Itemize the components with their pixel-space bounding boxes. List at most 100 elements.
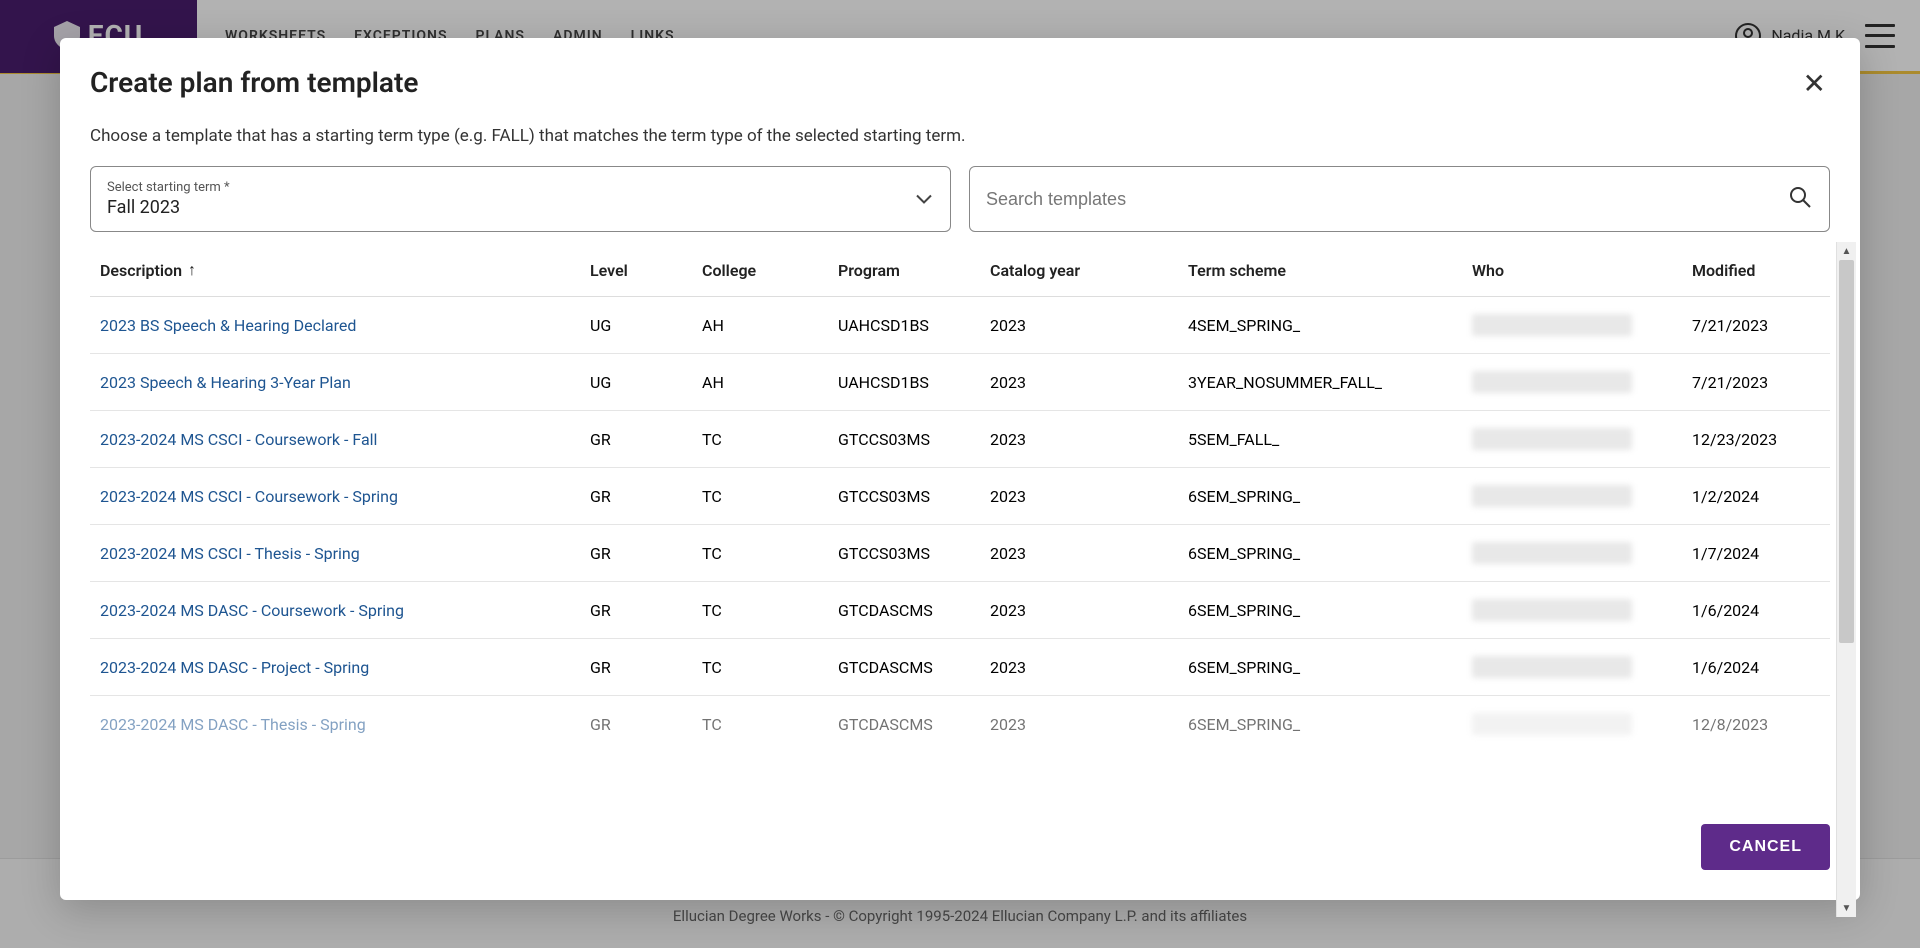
cell-college: TC — [702, 430, 838, 449]
cell-level: GR — [590, 601, 702, 620]
template-link[interactable]: 2023-2024 MS CSCI - Coursework - Fall — [100, 430, 377, 449]
col-header-term-scheme[interactable]: Term scheme — [1188, 260, 1472, 280]
cell-college: TC — [702, 487, 838, 506]
starting-term-value: Fall 2023 — [107, 197, 934, 218]
col-header-program[interactable]: Program — [838, 260, 990, 280]
modal-title: Create plan from template — [90, 66, 418, 99]
cell-modified: 7/21/2023 — [1692, 316, 1820, 335]
cell-who — [1472, 713, 1692, 735]
cell-term-scheme: 3YEAR_NOSUMMER_FALL_ — [1188, 373, 1472, 392]
cell-program: GTCDASCMS — [838, 715, 990, 734]
chevron-down-icon — [916, 190, 932, 209]
cell-modified: 1/7/2024 — [1692, 544, 1820, 563]
cell-catalog: 2023 — [990, 487, 1188, 506]
close-icon[interactable]: ✕ — [1799, 66, 1830, 102]
cell-catalog: 2023 — [990, 430, 1188, 449]
scroll-thumb[interactable] — [1839, 260, 1854, 643]
cell-college: TC — [702, 715, 838, 734]
cell-college: TC — [702, 601, 838, 620]
cell-program: GTCCS03MS — [838, 487, 990, 506]
scroll-track[interactable] — [1837, 260, 1856, 899]
col-header-description[interactable]: Description ↑ — [100, 260, 590, 280]
cell-term-scheme: 6SEM_SPRING_ — [1188, 715, 1472, 734]
col-header-level[interactable]: Level — [590, 260, 702, 280]
template-link[interactable]: 2023 Speech & Hearing 3-Year Plan — [100, 373, 351, 392]
table-row: 2023-2024 MS CSCI - Coursework - Spring G… — [90, 468, 1830, 525]
table-body: 2023 BS Speech & Hearing DeclaredUGAHUAH… — [90, 297, 1830, 752]
cell-modified: 1/2/2024 — [1692, 487, 1820, 506]
cell-program: GTCDASCMS — [838, 658, 990, 677]
cell-college: AH — [702, 316, 838, 335]
template-link[interactable]: 2023-2024 MS CSCI - Thesis - Spring — [100, 544, 360, 563]
table-row: 2023 BS Speech & Hearing Declared UGAHUAH… — [90, 297, 1830, 354]
cell-program: GTCCS03MS — [838, 430, 990, 449]
cell-level: UG — [590, 373, 702, 392]
cell-term-scheme: 6SEM_SPRING_ — [1188, 601, 1472, 620]
cell-term-scheme: 6SEM_SPRING_ — [1188, 658, 1472, 677]
cell-level: GR — [590, 430, 702, 449]
cell-who — [1472, 314, 1692, 336]
cancel-button[interactable]: CANCEL — [1701, 824, 1830, 870]
cell-who — [1472, 428, 1692, 450]
cell-who — [1472, 542, 1692, 564]
templates-table: Description ↑ Level College Program Cata… — [90, 260, 1830, 752]
search-templates-field[interactable] — [969, 166, 1830, 232]
cell-catalog: 2023 — [990, 316, 1188, 335]
cell-modified: 12/23/2023 — [1692, 430, 1820, 449]
cell-level: GR — [590, 544, 702, 563]
table-row: 2023 Speech & Hearing 3-Year Plan UGAHUAH… — [90, 354, 1830, 411]
cell-college: AH — [702, 373, 838, 392]
cell-level: UG — [590, 316, 702, 335]
cell-program: UAHCSD1BS — [838, 316, 990, 335]
template-link[interactable]: 2023-2024 MS DASC - Thesis - Spring — [100, 715, 366, 734]
starting-term-select[interactable]: Select starting term * Fall 2023 — [90, 166, 951, 232]
cell-college: TC — [702, 544, 838, 563]
cell-catalog: 2023 — [990, 658, 1188, 677]
cell-college: TC — [702, 658, 838, 677]
col-header-catalog-year[interactable]: Catalog year — [990, 260, 1188, 280]
table-header: Description ↑ Level College Program Cata… — [90, 260, 1830, 297]
sort-ascending-icon: ↑ — [188, 260, 196, 280]
col-header-modified[interactable]: Modified — [1692, 260, 1820, 280]
cell-who — [1472, 371, 1692, 393]
scroll-down-icon[interactable]: ▼ — [1837, 899, 1856, 917]
cell-modified: 1/6/2024 — [1692, 601, 1820, 620]
cell-modified: 12/8/2023 — [1692, 715, 1820, 734]
template-link[interactable]: 2023-2024 MS DASC - Coursework - Spring — [100, 601, 404, 620]
cell-who — [1472, 599, 1692, 621]
cell-level: GR — [590, 715, 702, 734]
col-header-college[interactable]: College — [702, 260, 838, 280]
table-row: 2023-2024 MS CSCI - Coursework - Fall GRT… — [90, 411, 1830, 468]
cell-level: GR — [590, 487, 702, 506]
table-row: 2023-2024 MS CSCI - Thesis - Spring GRTCG… — [90, 525, 1830, 582]
search-input[interactable] — [986, 189, 1813, 210]
template-link[interactable]: 2023 BS Speech & Hearing Declared — [100, 316, 356, 335]
cell-who — [1472, 656, 1692, 678]
vertical-scrollbar[interactable]: ▲ ▼ — [1836, 242, 1856, 917]
scroll-up-icon[interactable]: ▲ — [1837, 242, 1856, 260]
cell-catalog: 2023 — [990, 373, 1188, 392]
modal-scroll-area: Choose a template that has a starting te… — [90, 102, 1830, 802]
search-icon — [1789, 186, 1811, 212]
template-link[interactable]: 2023-2024 MS CSCI - Coursework - Spring — [100, 487, 398, 506]
cell-term-scheme: 4SEM_SPRING_ — [1188, 316, 1472, 335]
cell-program: GTCDASCMS — [838, 601, 990, 620]
cell-program: UAHCSD1BS — [838, 373, 990, 392]
create-plan-modal: Create plan from template ✕ Choose a tem… — [60, 38, 1860, 900]
cell-level: GR — [590, 658, 702, 677]
cell-catalog: 2023 — [990, 715, 1188, 734]
cell-program: GTCCS03MS — [838, 544, 990, 563]
cell-term-scheme: 5SEM_FALL_ — [1188, 430, 1472, 449]
cell-modified: 7/21/2023 — [1692, 373, 1820, 392]
modal-instruction: Choose a template that has a starting te… — [90, 102, 1830, 166]
table-row: 2023-2024 MS DASC - Thesis - Spring GRTCG… — [90, 696, 1830, 752]
cell-who — [1472, 485, 1692, 507]
template-link[interactable]: 2023-2024 MS DASC - Project - Spring — [100, 658, 369, 677]
starting-term-label: Select starting term * — [107, 180, 934, 195]
cell-modified: 1/6/2024 — [1692, 658, 1820, 677]
cell-catalog: 2023 — [990, 544, 1188, 563]
cell-term-scheme: 6SEM_SPRING_ — [1188, 544, 1472, 563]
table-row: 2023-2024 MS DASC - Project - Spring GRTC… — [90, 639, 1830, 696]
col-header-who[interactable]: Who — [1472, 260, 1692, 280]
cell-term-scheme: 6SEM_SPRING_ — [1188, 487, 1472, 506]
